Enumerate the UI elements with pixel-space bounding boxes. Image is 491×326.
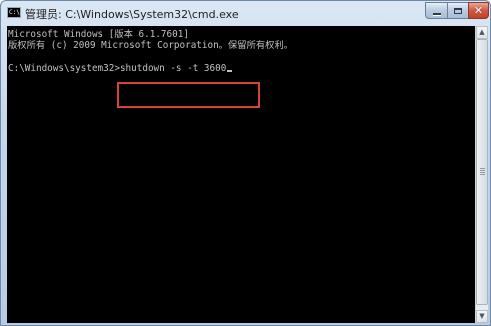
vertical-scrollbar[interactable]: ▲ ▼ (475, 26, 488, 323)
maximize-icon (454, 7, 462, 14)
console-command: shutdown -s -t 3600 (119, 63, 227, 74)
command-highlight-box (117, 82, 260, 108)
scroll-up-icon[interactable]: ▲ (476, 26, 488, 39)
cmd-window: C:\ 管理员: C:\Windows\System32\cmd.exe ✕ M… (0, 0, 491, 326)
close-icon: ✕ (473, 4, 484, 17)
window-title: 管理员: C:\Windows\System32\cmd.exe (25, 8, 239, 21)
scrollbar-grip-icon (480, 168, 485, 176)
minimize-button[interactable] (425, 2, 448, 19)
title-bar[interactable]: C:\ 管理员: C:\Windows\System32\cmd.exe ✕ (1, 1, 490, 25)
console-prompt: C:\Windows\system32> (8, 63, 120, 74)
text-cursor (227, 70, 233, 72)
minimize-icon (432, 12, 441, 15)
maximize-button[interactable] (447, 2, 469, 19)
close-button[interactable]: ✕ (468, 2, 489, 19)
cmd-app-icon[interactable]: C:\ (7, 7, 21, 18)
console-line-copyright: 版权所有 (c) 2009 Microsoft Corporation。保留所有… (8, 40, 294, 51)
console-output[interactable]: Microsoft Windows [版本 6.1.7601] 版权所有 (c)… (7, 26, 475, 323)
scroll-down-icon[interactable]: ▼ (476, 310, 488, 323)
scrollbar-thumb[interactable] (476, 39, 488, 305)
console-command-line[interactable]: C:\Windows\system32>shutdown -s -t 3600 (8, 63, 233, 75)
